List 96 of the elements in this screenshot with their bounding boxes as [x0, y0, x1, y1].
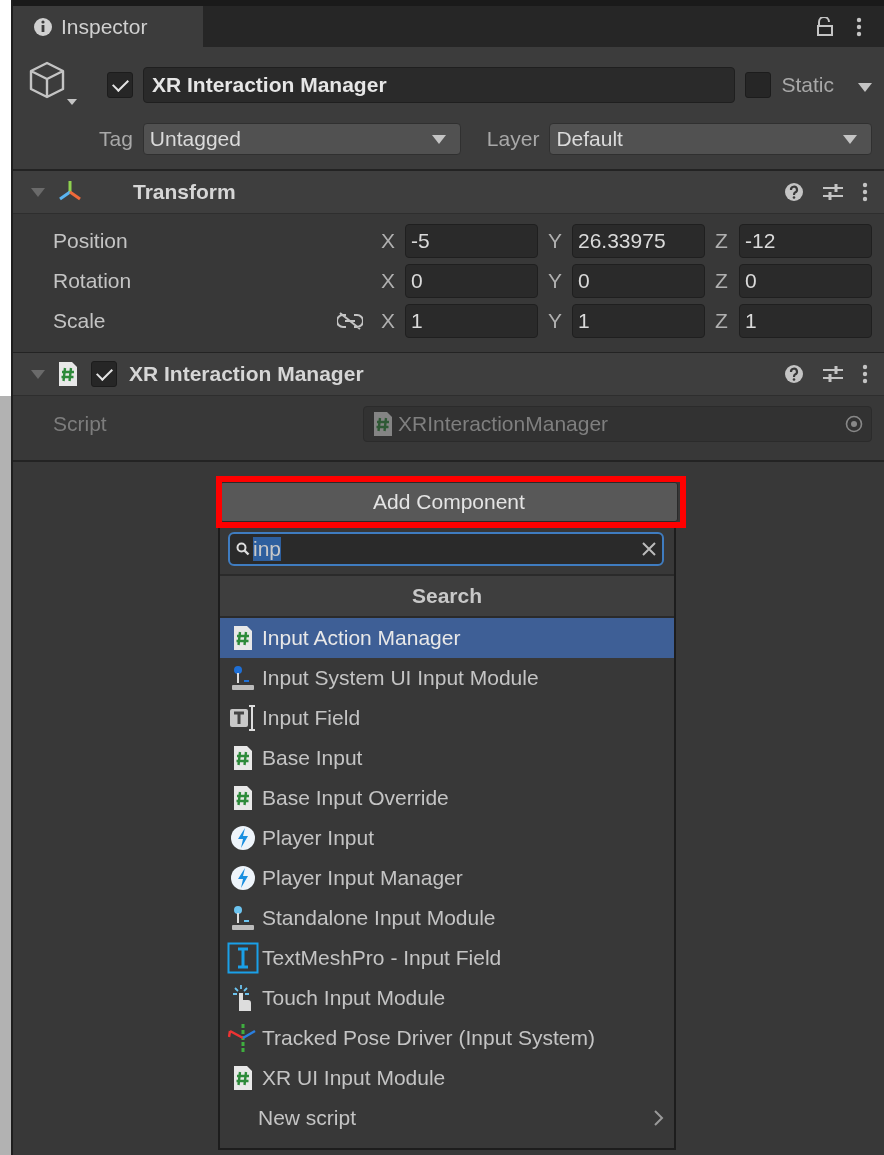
item-label: Input System UI Input Module [262, 666, 539, 690]
menu-item[interactable]: Input Field [220, 698, 674, 738]
menu-item[interactable]: Input Action Manager [220, 618, 674, 658]
search-text: inp [253, 537, 282, 561]
item-label: Base Input Override [262, 786, 449, 810]
lightning-bolt-icon [230, 825, 256, 851]
axis-label: Z [715, 269, 729, 293]
menu-item[interactable]: Base Input [220, 738, 674, 778]
menu-item[interactable]: Touch Input Module [220, 978, 674, 1018]
axis-label: Y [548, 269, 563, 293]
number-field[interactable]: 0 [572, 264, 705, 298]
script-field: XRInteractionManager [363, 406, 872, 442]
menu-item[interactable]: XR UI Input Module [220, 1058, 674, 1098]
number-field[interactable]: 0 [739, 264, 872, 298]
item-label: Input Action Manager [262, 626, 461, 650]
dropdown-arrow-icon [843, 134, 857, 144]
sliders-icon[interactable] [822, 182, 844, 202]
item-label: Player Input Manager [262, 866, 463, 890]
script-icon [232, 785, 254, 811]
sliders-icon[interactable] [822, 364, 844, 384]
number-field[interactable]: 0 [405, 264, 538, 298]
joystick-icon [231, 665, 255, 691]
chevron-right-icon [654, 1110, 664, 1126]
target-icon[interactable] [845, 415, 863, 433]
checkbox[interactable] [745, 72, 772, 98]
item-label: Touch Input Module [262, 986, 446, 1010]
item-label: TextMeshPro - Input Field [262, 946, 502, 970]
script-icon [232, 625, 254, 651]
axis-label: Y [548, 309, 563, 333]
menu-item[interactable]: Tracked Pose Driver (Input System) [220, 1018, 674, 1058]
checkbox[interactable] [91, 361, 117, 387]
axes-icon [228, 1023, 258, 1053]
item-label: Player Input [262, 826, 375, 850]
number-field[interactable]: 1 [739, 304, 872, 338]
item-label: Base Input [262, 746, 363, 770]
axis-label: Z [715, 309, 729, 333]
text-cursor-icon [227, 942, 259, 974]
dropdown-arrow-icon [431, 134, 446, 144]
layer-label: Layer [486, 127, 540, 151]
more-options-icon[interactable] [856, 16, 862, 37]
section-header: Search [220, 576, 674, 618]
number-field[interactable]: -12 [739, 224, 872, 258]
component-title: XR Interaction Manager [129, 362, 364, 386]
search-icon [236, 542, 250, 556]
axis-label: Y [548, 229, 563, 253]
clear-icon[interactable] [642, 542, 656, 556]
static-dropdown-arrow-icon [858, 83, 872, 92]
axis-label: Z [715, 229, 729, 253]
info-icon [33, 16, 53, 37]
number-field[interactable]: -5 [405, 224, 538, 258]
inspector-tab[interactable]: Inspector [13, 6, 203, 47]
new-script-item[interactable]: New script [258, 1106, 357, 1130]
lightning-bolt-icon [230, 865, 256, 891]
number-field[interactable]: 26.33975 [572, 224, 705, 258]
script-icon [232, 745, 254, 771]
search-field[interactable]: inp [228, 532, 664, 566]
unlinked-icon[interactable] [337, 312, 363, 330]
field-label: Scale [53, 309, 107, 333]
number-field[interactable]: 1 [405, 304, 538, 338]
input-field-icon [229, 704, 257, 732]
component-header[interactable]: XR Interaction Manager [13, 352, 884, 396]
item-label: XR UI Input Module [262, 1066, 446, 1090]
checkbox[interactable] [107, 72, 133, 98]
axis-label: X [381, 269, 396, 293]
item-label: Tracked Pose Driver (Input System) [262, 1026, 595, 1050]
script-icon [372, 411, 394, 437]
number-field[interactable]: 1 [572, 304, 705, 338]
layer-dropdown[interactable]: Default [549, 123, 872, 155]
axis-label: X [381, 309, 396, 333]
static-label: Static [781, 73, 834, 97]
field-label: Position [53, 229, 129, 253]
axis-label: X [381, 229, 396, 253]
field-label: Rotation [53, 269, 133, 293]
more-options-icon[interactable] [862, 182, 868, 202]
menu-item[interactable]: Player Input [220, 818, 674, 858]
menu-item[interactable]: Base Input Override [220, 778, 674, 818]
lock-icon[interactable] [816, 16, 834, 37]
menu-item[interactable]: Standalone Input Module [220, 898, 674, 938]
script-icon [57, 361, 79, 387]
menu-item[interactable]: TextMeshPro - Input Field [220, 938, 674, 978]
item-label: Input Field [262, 706, 361, 730]
add-component-button[interactable]: Add Component [220, 482, 678, 522]
component-header[interactable]: Transform [13, 170, 884, 214]
joystick-icon [231, 905, 255, 931]
script-icon [232, 1065, 254, 1091]
menu-item[interactable]: Player Input Manager [220, 858, 674, 898]
tag-label: Tag [99, 127, 133, 151]
field-label: Script [53, 412, 108, 436]
component-title: Transform [133, 180, 236, 204]
menu-item[interactable]: Input System UI Input Module [220, 658, 674, 698]
item-label: Standalone Input Module [262, 906, 496, 930]
name-field[interactable]: XR Interaction Manager [143, 67, 736, 103]
help-icon[interactable] [784, 364, 804, 384]
tag-dropdown[interactable]: Untagged [142, 123, 461, 155]
help-icon[interactable] [784, 182, 804, 202]
more-options-icon[interactable] [862, 364, 868, 384]
